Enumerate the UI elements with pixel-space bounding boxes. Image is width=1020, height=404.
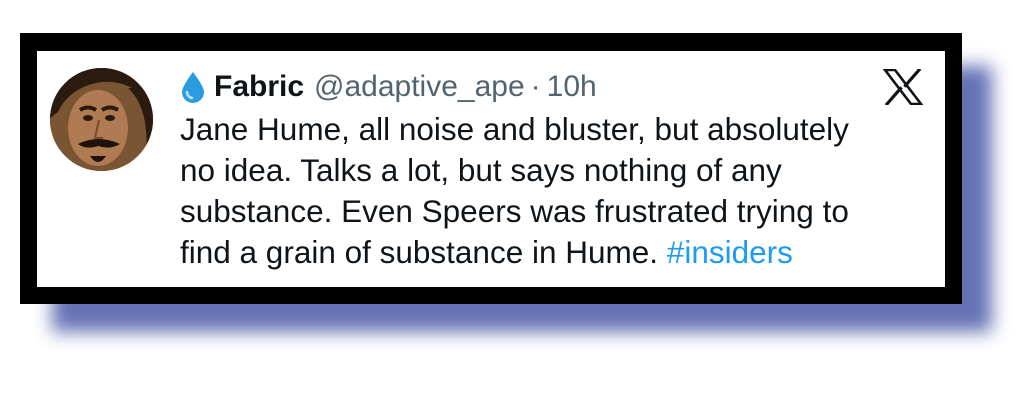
- avatar-image: [50, 68, 153, 171]
- user-handle[interactable]: @adaptive_ape: [314, 70, 525, 104]
- tweet-text-segment: find a grain of substance in Hume.: [180, 234, 659, 270]
- x-logo-icon[interactable]: [883, 69, 923, 105]
- tweet-header: Fabric @adaptive_ape · 10h: [180, 69, 597, 105]
- tweet-text: Jane Hume, all noise and bluster, but ab…: [180, 109, 940, 273]
- tweet-text-line: no idea. Talks a lot, but says nothing o…: [180, 152, 782, 188]
- tweet-text-line-last: find a grain of substance in Hume. #insi…: [180, 232, 940, 273]
- screenshot-stage: Fabric @adaptive_ape · 10h Jane Hume, al…: [0, 0, 1020, 404]
- timestamp[interactable]: 10h: [547, 70, 597, 104]
- avatar[interactable]: [50, 68, 153, 171]
- droplet-icon: [182, 72, 204, 103]
- display-name[interactable]: Fabric: [214, 70, 304, 104]
- hashtag-link[interactable]: #insiders: [667, 234, 793, 270]
- tweet-text-line: Jane Hume, all noise and bluster, but ab…: [180, 111, 849, 147]
- tweet-card[interactable]: Fabric @adaptive_ape · 10h Jane Hume, al…: [37, 51, 945, 287]
- separator-dot: ·: [530, 70, 541, 103]
- tweet-text-line: substance. Even Speers was frustrated tr…: [180, 193, 849, 229]
